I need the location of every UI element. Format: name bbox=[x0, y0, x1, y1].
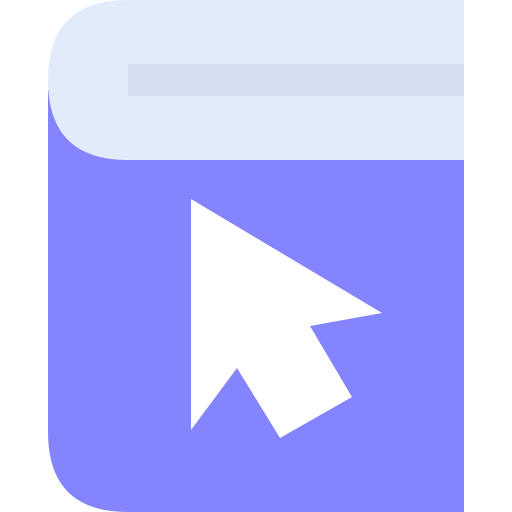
icon-canvas bbox=[0, 0, 512, 512]
page-line bbox=[128, 64, 464, 96]
book-cursor-icon bbox=[48, 0, 464, 512]
